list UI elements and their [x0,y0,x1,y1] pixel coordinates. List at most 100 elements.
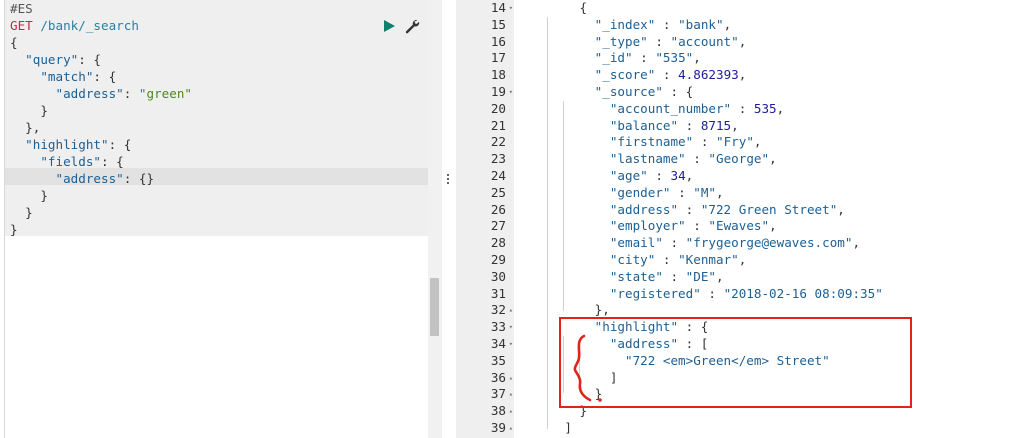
response-code-line[interactable]: "account_number" : 535, [534,101,1014,118]
request-code-line[interactable]: }, [10,119,430,136]
fold-toggle-icon[interactable]: ▾ [509,336,513,353]
code-token: } [10,188,48,203]
fold-toggle-icon[interactable]: ▴ [509,386,513,403]
line-number-gutter: 14 ▾ 15 16 17 18 19 ▾ 20 21 22 23 24 25 26 27 28 29 30 31 32… [456,0,514,438]
response-code-line[interactable]: ] [534,420,1014,437]
pane-resize-handle[interactable] [443,172,453,188]
line-number-label: 15 [490,16,506,32]
code-token: } [10,103,48,118]
request-scrollbar-thumb[interactable] [430,278,439,336]
request-scrollbar-track[interactable] [428,0,442,438]
code-token: "address" [10,171,124,186]
response-code-line[interactable]: "gender" : "M", [534,185,1014,202]
line-number: 29 [456,252,514,269]
line-number: 23 [456,151,514,168]
request-code-line[interactable]: } [10,102,430,119]
response-code-line[interactable]: "firstname" : "Fry", [534,134,1014,151]
response-code-line[interactable]: "_type" : "account", [534,34,1014,51]
response-code-line[interactable]: "_index" : "bank", [534,17,1014,34]
code-token: 34 [670,167,686,183]
line-number-label: 28 [490,235,506,251]
request-code-line[interactable]: "fields": { [10,153,430,170]
line-number: 34 ▾ [456,336,514,353]
code-token: : [685,151,709,167]
code-token: : [731,100,754,116]
resize-dot [447,182,449,184]
fold-toggle-icon[interactable]: ▴ [509,302,513,319]
resize-dot [447,174,449,176]
code-token: , [776,100,785,116]
fold-toggle-icon[interactable]: ▴ [509,370,513,387]
request-code-line[interactable]: } [10,221,430,238]
request-code-line[interactable]: "match": { [10,68,430,85]
wrench-icon[interactable] [404,18,420,34]
code-token: } [10,205,33,220]
request-code-line[interactable]: { [10,34,430,51]
code-token: : [647,167,671,183]
request-code-line[interactable]: } [10,204,430,221]
line-number-rows: 14 ▾ 15 16 17 18 19 ▾ 20 21 22 23 24 25 26 27 28 29 30 31 32… [456,0,514,437]
code-token: "highlight" [10,137,109,152]
request-code[interactable]: #ES GET /bank/_search{ "query": { "match"… [10,0,430,238]
brace-annotation-icon [573,334,602,402]
response-code-line[interactable]: "email" : "frygeorge@ewaves.com", [534,235,1014,252]
line-number: 19 ▾ [456,84,514,101]
fold-toggle-icon[interactable]: ▴ [509,403,513,420]
request-code-line[interactable]: "query": { [10,51,430,68]
code-token: , [738,33,747,49]
response-code-line[interactable]: "employer" : "Ewaves", [534,218,1014,235]
line-number-label: 23 [490,151,506,167]
code-token: "green" [138,86,192,101]
line-number-label: 33 [490,319,506,335]
code-token: , [716,268,724,284]
response-code-line[interactable]: "city" : "Kenmar", [534,252,1014,269]
response-code-line[interactable]: "_score" : 4.862393, [534,67,1014,84]
code-token: "722 Green Street" [700,201,838,217]
code-token: "state" [534,268,663,284]
request-code-line[interactable]: "address": {} [10,170,430,187]
request-code-line[interactable]: "highlight": { [10,136,430,153]
line-number: 31 [456,286,514,303]
line-number-label: 32 [490,302,506,318]
code-token: "Kenmar" [678,251,739,267]
code-token: "frygeorge@ewaves.com" [685,235,853,251]
request-editor-pane[interactable]: #ES GET /bank/_search{ "query": { "match"… [0,0,442,438]
code-token: "Ewaves" [708,218,770,234]
line-number: 20 [456,101,514,118]
line-number: 36 ▴ [456,370,514,387]
response-code-line[interactable]: "lastname" : "George", [534,151,1014,168]
fold-toggle-icon[interactable]: ▾ [509,84,513,101]
code-token: : [123,86,139,101]
code-token: , [723,16,732,32]
fold-toggle-icon[interactable]: ▴ [509,420,513,437]
line-number-label: 37 [490,386,506,402]
response-code-line[interactable]: "state" : "DE", [534,269,1014,286]
request-code-line[interactable]: #ES [10,0,430,17]
line-number-label: 36 [490,369,506,385]
code-token: "M" [693,184,716,200]
play-icon[interactable] [382,19,396,33]
response-code-line[interactable]: "registered" : "2018-02-16 08:09:35" [534,286,1014,303]
response-code-line[interactable]: "_id" : "535", [534,50,1014,67]
response-code-line[interactable]: { [534,0,1014,17]
line-number: 26 [456,202,514,219]
request-code-line[interactable]: GET /bank/_search [10,17,430,34]
request-code-line[interactable]: } [10,187,430,204]
code-token: "account_number" [534,100,732,116]
response-code-line[interactable]: "_source" : { [534,84,1014,101]
code-token: { [534,0,588,15]
fold-toggle-icon[interactable]: ▾ [509,319,513,336]
code-token: : [693,134,716,150]
response-code-line[interactable]: "age" : 34, [534,168,1014,185]
code-token: "address" [10,86,124,101]
code-token: , [715,184,724,200]
code-token: }, [534,302,610,318]
code-token: , [769,218,777,234]
request-code-line[interactable]: "address": "green" [10,85,430,102]
fold-toggle-icon[interactable]: ▾ [509,0,513,17]
code-token: ] [534,419,572,435]
code-token: "2018-02-16 08:09:35" [723,285,883,301]
code-token: : [662,235,686,251]
response-code-line[interactable]: "address" : "722 Green Street", [534,202,1014,219]
response-code-line[interactable]: "balance" : 8715, [534,118,1014,135]
